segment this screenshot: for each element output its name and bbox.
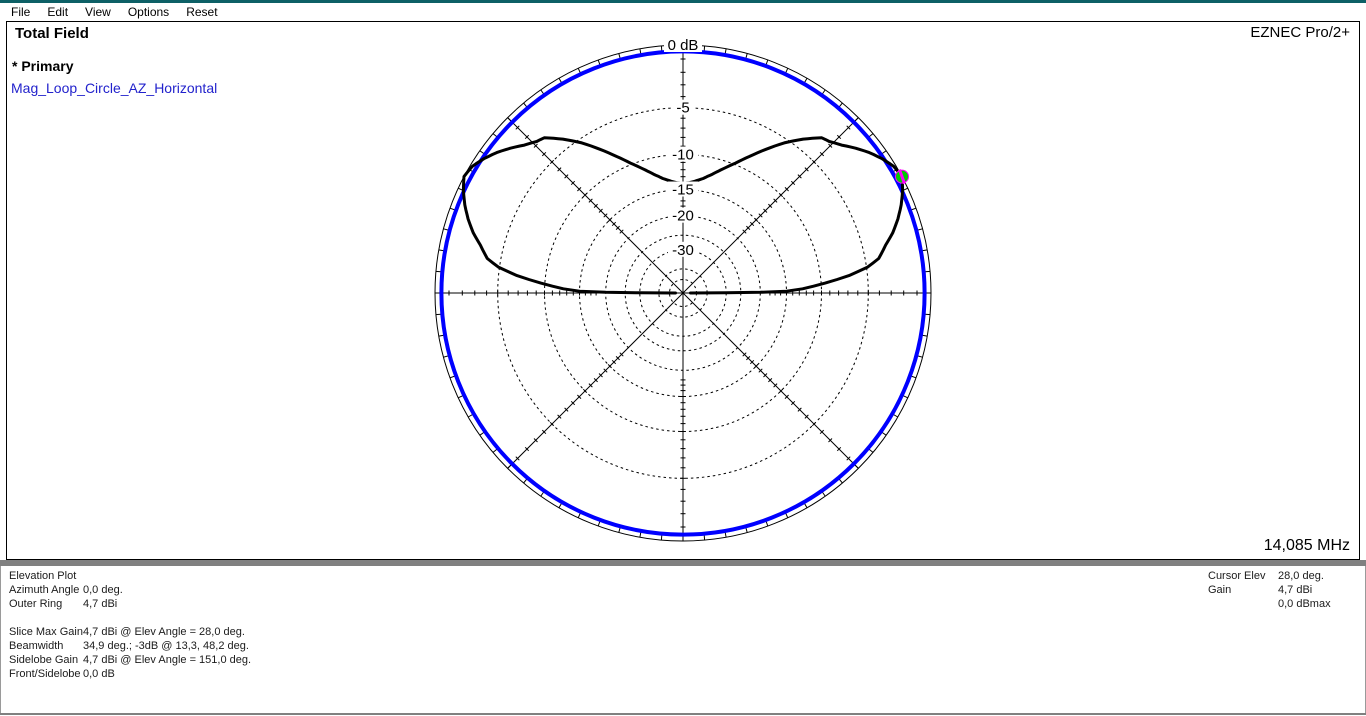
info-label: Gain bbox=[1208, 583, 1278, 597]
app-name: EZNEC Pro/2+ bbox=[1250, 24, 1350, 41]
menu-edit[interactable]: Edit bbox=[44, 5, 71, 19]
info-row: Azimuth Angle0,0 deg. bbox=[9, 583, 251, 597]
info-value: 4,7 dBi @ Elev Angle = 28,0 deg. bbox=[83, 625, 245, 639]
menu-reset[interactable]: Reset bbox=[183, 5, 220, 19]
plot-area: 0 dB -5 -10 -15 -20 -30 Total Field * Primary… bbox=[6, 21, 1360, 560]
plot-title: Total Field bbox=[15, 25, 89, 42]
menu-options[interactable]: Options bbox=[125, 5, 172, 19]
info-label: Beamwidth bbox=[9, 639, 83, 653]
info-panel: Elevation PlotAzimuth Angle0,0 deg.Outer… bbox=[0, 566, 1366, 713]
info-value: 4,7 dBi bbox=[83, 597, 117, 611]
info-row: Sidelobe Gain4,7 dBi @ Elev Angle = 151,… bbox=[9, 653, 251, 667]
info-row: Beamwidth34,9 deg.; -3dB @ 13,3, 48,2 de… bbox=[9, 639, 251, 653]
info-label: Sidelobe Gain bbox=[9, 653, 83, 667]
info-panel-right: Cursor Elev28,0 deg.Gain4,7 dBi0,0 dBmax bbox=[1208, 569, 1331, 611]
info-row: 0,0 dBmax bbox=[1208, 597, 1331, 611]
ring-db-label: -30 bbox=[672, 242, 694, 259]
info-value: 34,9 deg.; -3dB @ 13,3, 48,2 deg. bbox=[83, 639, 249, 653]
ring-db-label: 0 dB bbox=[668, 37, 699, 54]
info-label: Front/Sidelobe bbox=[9, 667, 83, 681]
info-row bbox=[9, 611, 251, 625]
trace-description: Mag_Loop_Circle_AZ_Horizontal bbox=[11, 80, 217, 96]
info-label: Azimuth Angle bbox=[9, 583, 83, 597]
info-value: 28,0 deg. bbox=[1278, 569, 1324, 583]
info-row: Slice Max Gain4,7 dBi @ Elev Angle = 28,… bbox=[9, 625, 251, 639]
ring-db-label: -15 bbox=[672, 182, 694, 199]
info-label: Slice Max Gain bbox=[9, 625, 83, 639]
frequency-readout: 14,085 MHz bbox=[1264, 537, 1350, 555]
ring-db-label: -5 bbox=[676, 100, 689, 117]
info-label: Cursor Elev bbox=[1208, 569, 1278, 583]
info-row: Cursor Elev28,0 deg. bbox=[1208, 569, 1331, 583]
info-label bbox=[9, 611, 83, 625]
polar-plot[interactable]: 0 dB -5 -10 -15 -20 -30 bbox=[7, 22, 1359, 559]
info-value: 0,0 dBmax bbox=[1278, 597, 1331, 611]
ring-db-label: -10 bbox=[672, 147, 694, 164]
info-value: 0,0 dB bbox=[83, 667, 115, 681]
cursor-marker[interactable] bbox=[896, 170, 909, 184]
info-row: Gain4,7 dBi bbox=[1208, 583, 1331, 597]
info-value: 4,7 dBi bbox=[1278, 583, 1312, 597]
info-value: 0,0 deg. bbox=[83, 583, 123, 597]
menu-bar: File Edit View Options Reset bbox=[0, 3, 1366, 21]
info-label: Elevation Plot bbox=[9, 569, 83, 583]
menu-file[interactable]: File bbox=[8, 5, 33, 19]
info-row: Elevation Plot bbox=[9, 569, 251, 583]
info-row: Outer Ring4,7 dBi bbox=[9, 597, 251, 611]
info-row: Front/Sidelobe0,0 dB bbox=[9, 667, 251, 681]
info-label bbox=[1208, 597, 1278, 611]
menu-view[interactable]: View bbox=[82, 5, 114, 19]
info-panel-left: Elevation PlotAzimuth Angle0,0 deg.Outer… bbox=[9, 569, 251, 681]
ring-db-label: -20 bbox=[672, 208, 694, 225]
window-bottom-edge bbox=[0, 713, 1366, 715]
info-label: Outer Ring bbox=[9, 597, 83, 611]
info-value: 4,7 dBi @ Elev Angle = 151,0 deg. bbox=[83, 653, 251, 667]
primary-trace-label: * Primary bbox=[12, 58, 73, 74]
